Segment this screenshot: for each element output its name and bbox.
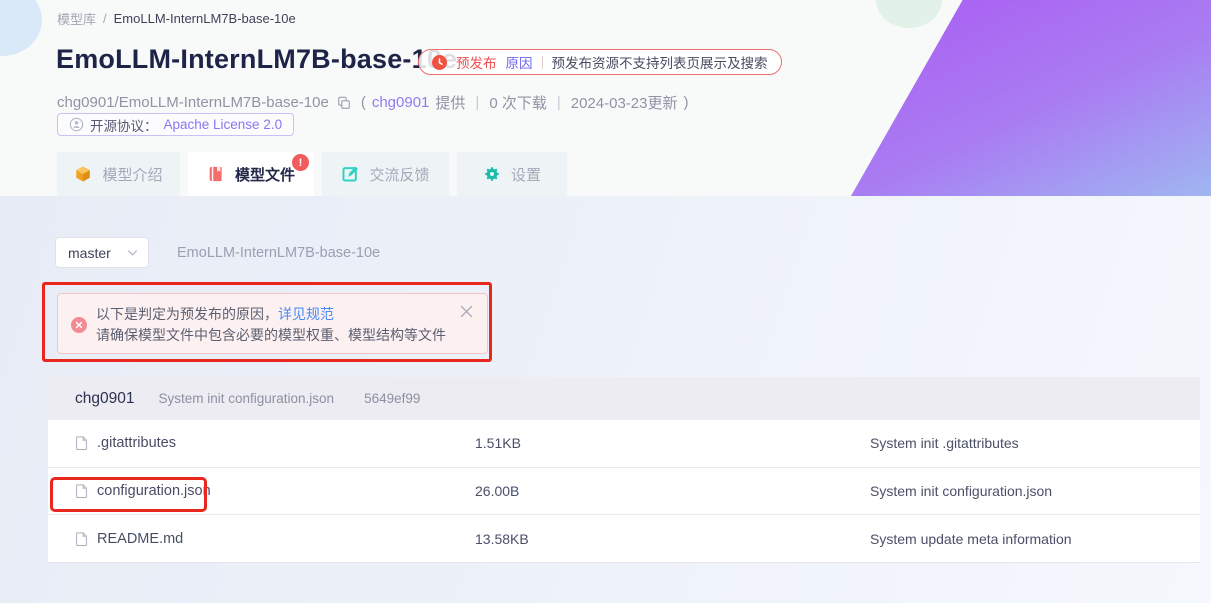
commit-message: System init configuration.json: [158, 391, 334, 406]
license-label: 开源协议：: [90, 115, 158, 135]
prerelease-reason-text: 预发布资源不支持列表页展示及搜索: [552, 52, 768, 72]
repo-name-label: EmoLLM-InternLM7B-base-10e: [177, 245, 380, 261]
prerelease-reason-link[interactable]: 原因: [506, 52, 533, 72]
file-doc-icon: [75, 435, 88, 451]
separator: |: [475, 94, 479, 111]
file-commit-message: System update meta information: [870, 531, 1200, 547]
pill-divider: [542, 56, 543, 69]
tab-label: 模型介绍: [102, 164, 162, 185]
decoration-blue-circle: [0, 0, 42, 56]
book-icon: [207, 165, 225, 183]
breadcrumb-root[interactable]: 模型库: [57, 9, 96, 28]
branch-name: master: [68, 245, 111, 261]
file-link-gitattributes[interactable]: .gitattributes: [48, 435, 475, 451]
decoration-green-circle: [876, 0, 942, 28]
decoration-purple-gradient: [851, 0, 1211, 196]
status-label: 预发布: [456, 52, 497, 72]
breadcrumb: 模型库 / EmoLLM-InternLM7B-base-10e: [57, 9, 296, 28]
file-size: 1.51KB: [475, 435, 870, 451]
updated-date: 2024-03-23更新: [571, 92, 678, 113]
chevron-down-icon: [127, 249, 138, 257]
file-doc-icon: [75, 483, 88, 499]
file-link-configuration-json[interactable]: configuration.json: [48, 483, 475, 499]
tab-model-files[interactable]: 模型文件 !: [188, 152, 314, 196]
commit-author[interactable]: chg0901: [75, 390, 134, 408]
tab-label: 设置: [511, 164, 541, 185]
file-table: chg0901 System init configuration.json 5…: [48, 377, 1200, 563]
table-row: .gitattributes 1.51KB System init .gitat…: [48, 420, 1200, 468]
tab-bar: 模型介绍 模型文件 ! 交流反馈 设置: [57, 152, 567, 196]
repo-path: chg0901/EmoLLM-InternLM7B-base-10e: [57, 94, 329, 111]
license-badge[interactable]: 开源协议： Apache License 2.0: [57, 113, 294, 136]
file-link-readme[interactable]: README.md: [48, 531, 475, 547]
paren-open: (: [361, 94, 366, 111]
tab-label: 模型文件: [235, 164, 295, 185]
separator: |: [557, 94, 561, 111]
alert-text: 以下是判定为预发布的原因，详见规范 请确保模型文件中包含必要的模型权重、模型结构…: [96, 304, 446, 343]
breadcrumb-separator: /: [103, 11, 107, 26]
tab-settings[interactable]: 设置: [457, 152, 567, 196]
provider-suffix: 提供: [435, 92, 465, 113]
paren-close: ): [683, 94, 688, 111]
close-icon[interactable]: [459, 304, 474, 319]
status-badge: 预发布 原因 预发布资源不支持列表页展示及搜索: [418, 49, 782, 75]
file-size: 26.00B: [475, 483, 870, 499]
copy-icon[interactable]: [337, 96, 351, 110]
table-row: README.md 13.58KB System update meta inf…: [48, 515, 1200, 563]
provider-link[interactable]: chg0901: [372, 94, 430, 111]
cube-icon: [74, 165, 92, 183]
model-detail-page: 模型库 / EmoLLM-InternLM7B-base-10e EmoLLM-…: [0, 0, 1211, 603]
clock-icon: [432, 55, 447, 70]
gear-icon: [483, 165, 501, 183]
file-doc-icon: [75, 531, 88, 547]
tab-model-intro[interactable]: 模型介绍: [57, 152, 180, 196]
license-value[interactable]: Apache License 2.0: [164, 117, 283, 132]
file-commit-message: System init configuration.json: [870, 483, 1200, 499]
latest-commit-header: chg0901 System init configuration.json 5…: [48, 377, 1200, 420]
alert-line2: 请确保模型文件中包含必要的模型权重、模型结构等文件: [96, 325, 446, 346]
page-title: EmoLLM-InternLM7B-base-10e: [56, 44, 457, 75]
commit-hash: 5649ef99: [364, 391, 420, 406]
breadcrumb-current: EmoLLM-InternLM7B-base-10e: [114, 11, 296, 26]
notification-badge: !: [292, 154, 309, 171]
tab-label: 交流反馈: [369, 164, 429, 185]
alert-spec-link[interactable]: 详见规范: [278, 306, 334, 322]
file-size: 13.58KB: [475, 531, 870, 547]
prerelease-alert: 以下是判定为预发布的原因，详见规范 请确保模型文件中包含必要的模型权重、模型结构…: [57, 293, 488, 354]
alert-line1: 以下是判定为预发布的原因，: [96, 306, 278, 322]
tab-feedback[interactable]: 交流反馈: [322, 152, 449, 196]
download-count: 0 次下载: [489, 92, 547, 113]
license-person-icon: [69, 117, 84, 132]
repo-info-line: chg0901/EmoLLM-InternLM7B-base-10e ( chg…: [57, 92, 688, 113]
edit-pencil-icon: [341, 165, 359, 183]
branch-selector[interactable]: master: [55, 237, 149, 268]
file-name: configuration.json: [97, 483, 211, 499]
table-row: configuration.json 26.00B System init co…: [48, 468, 1200, 516]
error-circle-icon: [71, 306, 87, 343]
file-commit-message: System init .gitattributes: [870, 435, 1200, 451]
file-name: .gitattributes: [97, 435, 176, 451]
file-name: README.md: [97, 531, 183, 547]
